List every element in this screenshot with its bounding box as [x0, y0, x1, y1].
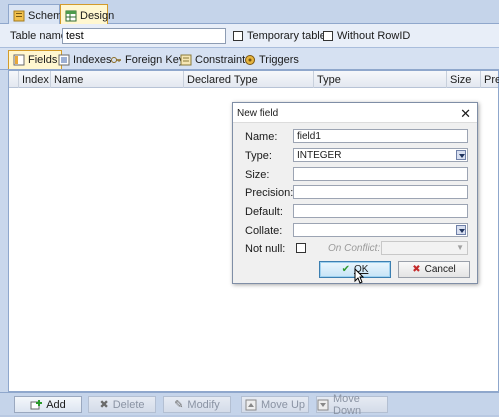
mouse-pointer-icon — [354, 267, 365, 284]
tab-triggers[interactable]: Triggers — [240, 50, 303, 69]
column-header-index[interactable]: Index — [19, 71, 51, 88]
table-design-icon — [65, 10, 77, 22]
cancel-button[interactable]: ✖ Cancel — [398, 261, 470, 278]
fields-icon — [13, 54, 25, 66]
not-null-label: Not null: — [245, 243, 286, 255]
indexes-icon — [58, 54, 70, 66]
tab-design-label: Design — [80, 9, 115, 22]
delete-button[interactable]: ✖ Delete — [88, 396, 156, 413]
chevron-down-icon[interactable] — [456, 150, 466, 160]
tab-schema[interactable]: Schema — [8, 4, 68, 24]
column-header-size[interactable]: Size — [447, 71, 481, 88]
precision-input[interactable] — [293, 185, 468, 199]
temporary-table-checkbox[interactable] — [233, 31, 243, 41]
size-input[interactable] — [293, 167, 468, 181]
type-label: Type: — [245, 150, 272, 162]
without-rowid-label: Without RowID — [337, 30, 411, 42]
precision-label: Precision: — [245, 187, 294, 199]
dialog-title: New field — [237, 108, 279, 119]
close-icon[interactable]: ✕ — [460, 106, 471, 122]
cancel-icon: ✖ — [412, 264, 421, 275]
table-name-bar: Table name: Temporary table Without RowI… — [0, 24, 499, 48]
tab-triggers-label: Triggers — [259, 53, 299, 66]
top-tab-bar: Schema Design — [0, 0, 499, 24]
schema-icon — [13, 10, 25, 22]
move-up-icon — [245, 399, 257, 411]
on-conflict-select[interactable]: ▼ — [381, 241, 468, 255]
default-input[interactable] — [293, 204, 468, 218]
add-button[interactable]: Add — [14, 396, 82, 413]
size-label: Size: — [245, 169, 270, 181]
default-label: Default: — [245, 206, 283, 218]
name-label: Name: — [245, 131, 278, 143]
delete-button-label: Delete — [112, 398, 145, 411]
without-rowid-option[interactable]: Without RowID — [323, 30, 410, 42]
modify-icon: ✎ — [174, 399, 184, 411]
column-header-name[interactable]: Name — [51, 71, 184, 88]
modify-button-label: Modify — [187, 398, 220, 411]
new-field-dialog: New field ✕ Name: field1 Type: INTEGER S… — [232, 102, 478, 284]
modify-button[interactable]: ✎ Modify — [163, 396, 231, 413]
grid-header: Index Name Declared Type Type Size Preci — [9, 71, 499, 88]
chevron-down-icon: ▼ — [456, 243, 464, 252]
not-null-checkbox[interactable] — [296, 243, 306, 253]
table-name-label: Table name: — [10, 30, 70, 42]
chevron-down-icon[interactable] — [456, 225, 466, 235]
tab-design[interactable]: Design — [60, 4, 114, 24]
on-conflict-label: On Conflict: — [328, 243, 381, 254]
move-up-button-label: Move Up — [260, 398, 306, 411]
move-down-button-label: Move Down — [333, 392, 362, 417]
temporary-table-label: Temporary table — [247, 30, 326, 42]
constraints-icon — [180, 54, 192, 66]
collate-select[interactable] — [293, 223, 468, 237]
dialog-title-bar: New field ✕ — [233, 103, 477, 123]
move-up-button[interactable]: Move Up — [241, 396, 309, 413]
foreign-keys-icon — [110, 54, 122, 66]
bottom-toolbar: Add ✖ Delete ✎ Modify Move Up Move Down — [0, 392, 499, 417]
cancel-button-label: Cancel — [424, 264, 456, 275]
temporary-table-option[interactable]: Temporary table — [233, 30, 326, 42]
move-down-button[interactable]: Move Down — [316, 393, 388, 417]
type-select-value: INTEGER — [297, 150, 342, 161]
triggers-icon — [244, 54, 256, 66]
section-tab-bar: Fields Indexes Foreign Keys Constraints … — [0, 48, 499, 70]
app-window: Schema Design Table name: Temporary tabl… — [0, 0, 499, 417]
table-name-input[interactable] — [62, 28, 226, 44]
name-input[interactable]: field1 — [293, 129, 468, 143]
type-select[interactable]: INTEGER — [293, 148, 468, 162]
move-down-icon — [317, 399, 329, 411]
column-header-declared-type[interactable]: Declared Type — [184, 71, 314, 88]
without-rowid-checkbox[interactable] — [323, 31, 333, 41]
grid-corner — [9, 71, 19, 88]
tab-fields-label: Fields — [28, 54, 58, 66]
column-header-type[interactable]: Type — [314, 71, 447, 88]
check-icon: ✔ — [341, 264, 350, 275]
add-field-icon — [30, 399, 43, 411]
column-header-precision[interactable]: Preci — [481, 71, 499, 88]
delete-icon: ✖ — [99, 399, 109, 411]
collate-label: Collate: — [245, 225, 283, 237]
add-button-label: Add — [46, 398, 66, 411]
